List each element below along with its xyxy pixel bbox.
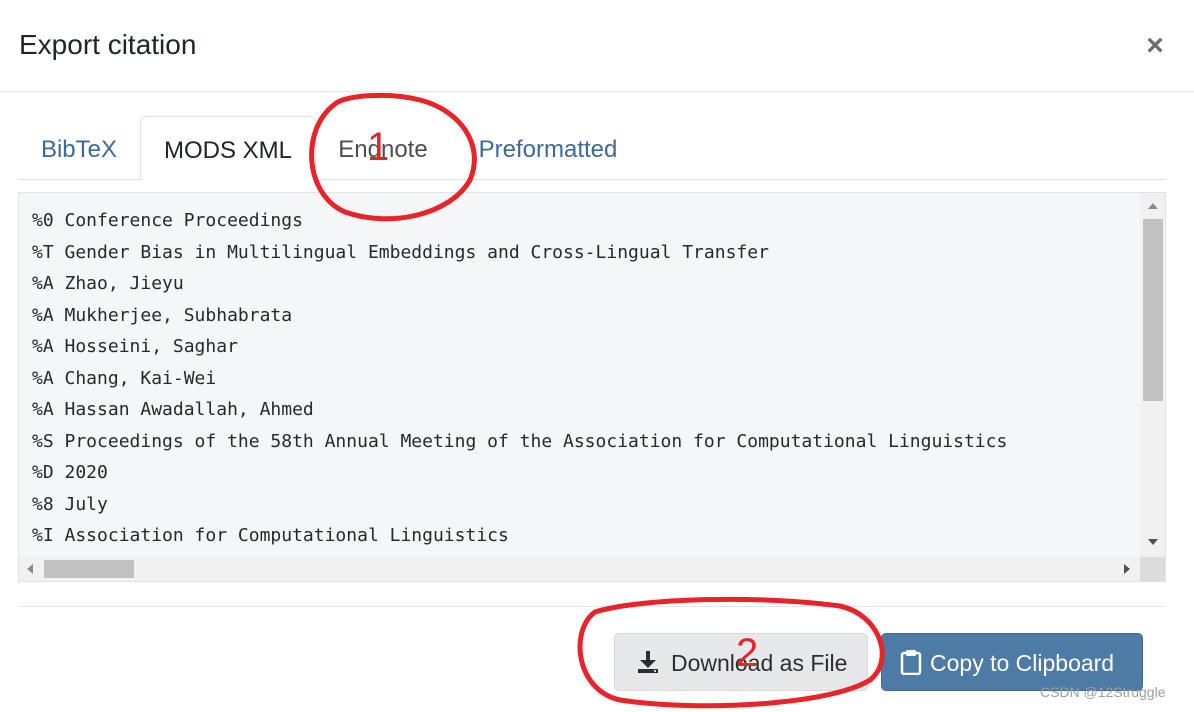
tab-endnote[interactable]: Endnote xyxy=(316,116,450,180)
citation-line: %0 Conference Proceedings xyxy=(32,210,303,231)
tab-mods-xml[interactable]: MODS XML xyxy=(140,116,316,181)
format-tabs: BibTeX MODS XML Endnote Preformatted xyxy=(18,116,1166,181)
dialog-header: Export citation × xyxy=(0,0,1194,92)
close-button[interactable]: × xyxy=(1136,26,1174,66)
citation-line: %A Mukherjee, Subhabrata xyxy=(32,304,293,326)
scroll-up-arrow-icon[interactable] xyxy=(1148,203,1158,209)
scroll-right-arrow-icon[interactable] xyxy=(1124,564,1130,574)
download-file-button[interactable]: Download as File xyxy=(614,633,868,691)
citation-line: %A Hosseini, Saghar xyxy=(32,336,238,357)
watermark: CSDN @12Struggle xyxy=(1040,684,1166,700)
horizontal-scrollbar[interactable] xyxy=(19,557,1140,581)
citation-line: %8 July xyxy=(32,493,108,515)
citation-text-area[interactable]: %0 Conference Proceedings %T Gender Bias… xyxy=(18,192,1166,582)
citation-line: %A Zhao, Jieyu xyxy=(32,273,184,294)
scrollbar-corner xyxy=(1140,557,1165,581)
citation-line: %A Hassan Awadallah, Ahmed xyxy=(32,399,314,420)
vertical-scroll-thumb[interactable] xyxy=(1143,219,1163,401)
citation-line: %D 2020 xyxy=(32,462,108,483)
vertical-scrollbar[interactable] xyxy=(1140,193,1165,557)
copy-to-clipboard-button[interactable]: Copy to Clipboard xyxy=(881,633,1143,691)
scroll-down-arrow-icon[interactable] xyxy=(1148,539,1158,545)
citation-line: %I Association for Computational Linguis… xyxy=(32,525,509,546)
clipboard-icon xyxy=(900,650,922,675)
citation-lines: %0 Conference Proceedings %T Gender Bias… xyxy=(32,205,1007,552)
citation-line: %S Proceedings of the 58th Annual Meetin… xyxy=(32,430,1008,452)
download-icon xyxy=(638,651,658,673)
horizontal-scroll-thumb[interactable] xyxy=(44,560,134,578)
dialog-title: Export citation xyxy=(19,29,197,60)
citation-line: %A Chang, Kai-Wei xyxy=(32,367,217,389)
tab-bibtex[interactable]: BibTeX xyxy=(18,116,140,180)
tab-preformatted[interactable]: Preformatted xyxy=(458,116,638,180)
scroll-left-arrow-icon[interactable] xyxy=(27,564,33,574)
citation-line: %T Gender Bias in Multilingual Embedding… xyxy=(32,241,769,263)
download-button-label: Download as File xyxy=(671,650,848,676)
export-citation-dialog: Export citation × BibTeX MODS XML Endnot… xyxy=(0,0,1194,712)
footer-divider xyxy=(18,606,1166,607)
